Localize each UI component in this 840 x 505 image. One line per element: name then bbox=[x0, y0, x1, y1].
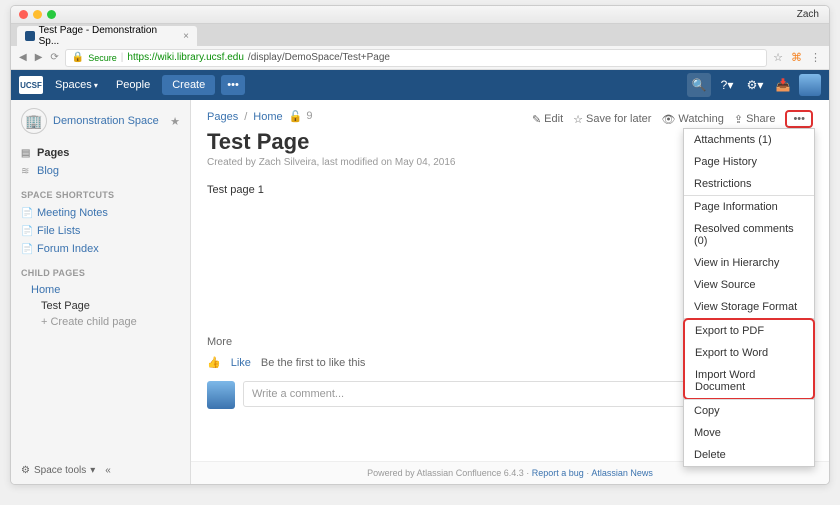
star-icon[interactable]: ☆ bbox=[773, 51, 783, 64]
sidebar: 🏢 Demonstration Space ★ ▤Pages ≋Blog SPA… bbox=[11, 100, 191, 484]
dd-delete[interactable]: Delete bbox=[684, 444, 814, 466]
browser-tabbar: Test Page - Demonstration Sp... × bbox=[11, 24, 829, 46]
nav-buttons: ◀ ▶ ⟳ bbox=[19, 52, 59, 63]
nav-spaces[interactable]: Spaces bbox=[49, 76, 104, 94]
browser-window: Zach Test Page - Demonstration Sp... × ◀… bbox=[10, 5, 830, 485]
secure-label: Secure bbox=[88, 53, 117, 63]
shortcuts-heading: SPACE SHORTCUTS bbox=[21, 190, 180, 200]
help-icon[interactable]: ?▾ bbox=[715, 73, 739, 97]
page-icon: ▤ bbox=[21, 148, 33, 159]
address-bar-row: ◀ ▶ ⟳ 🔒 Secure | https://wiki.library.uc… bbox=[11, 46, 829, 70]
gear-icon: ⚙ bbox=[21, 465, 30, 476]
tab-title: Test Page - Demonstration Sp... bbox=[39, 25, 176, 47]
atlassian-news-link[interactable]: Atlassian News bbox=[591, 468, 653, 478]
dd-view-source[interactable]: View Source bbox=[684, 274, 814, 296]
dd-page-history[interactable]: Page History bbox=[684, 151, 814, 173]
create-more-button[interactable]: ••• bbox=[221, 75, 245, 95]
watching-button[interactable]: 👁Watching bbox=[661, 113, 723, 126]
dd-restrictions[interactable]: Restrictions bbox=[684, 173, 814, 195]
address-bar-icons: ☆ ⌘ ⋮ bbox=[773, 51, 821, 64]
url-path: /display/DemoSpace/Test+Page bbox=[248, 52, 390, 63]
more-actions-dropdown: Attachments (1) Page History Restriction… bbox=[683, 128, 815, 467]
dd-export-pdf[interactable]: Export to PDF bbox=[685, 320, 813, 342]
browser-tab[interactable]: Test Page - Demonstration Sp... × bbox=[17, 26, 197, 46]
menu-icon[interactable]: ⋮ bbox=[810, 51, 821, 64]
dd-attachments[interactable]: Attachments (1) bbox=[684, 129, 814, 151]
create-child-page[interactable]: + Create child page bbox=[21, 314, 180, 330]
report-bug-link[interactable]: Report a bug bbox=[532, 468, 584, 478]
settings-icon[interactable]: ⚙▾ bbox=[743, 73, 767, 97]
os-username: Zach bbox=[797, 9, 819, 20]
more-actions-button[interactable]: ••• bbox=[785, 110, 813, 128]
pencil-icon: ✎ bbox=[532, 113, 541, 126]
dd-view-hierarchy[interactable]: View in Hierarchy bbox=[684, 252, 814, 274]
bc-pages[interactable]: Pages bbox=[207, 111, 238, 123]
dd-export-word[interactable]: Export to Word bbox=[685, 342, 813, 364]
edit-button[interactable]: ✎Edit bbox=[532, 113, 563, 126]
space-header: 🏢 Demonstration Space ★ bbox=[21, 108, 180, 134]
forward-icon[interactable]: ▶ bbox=[35, 52, 43, 63]
favicon-icon bbox=[25, 31, 35, 41]
dd-import-word[interactable]: Import Word Document bbox=[685, 364, 813, 398]
notifications-icon[interactable]: 📥 bbox=[771, 73, 795, 97]
space-tools[interactable]: ⚙Space tools▾« bbox=[21, 465, 111, 476]
doc-icon: 📄 bbox=[21, 226, 33, 237]
shortcut-file-lists[interactable]: 📄File Lists bbox=[21, 222, 180, 240]
page-actions: ✎Edit ☆Save for later 👁Watching ⇪Share •… bbox=[532, 110, 813, 128]
mac-titlebar: Zach bbox=[11, 6, 829, 24]
child-pages-heading: CHILD PAGES bbox=[21, 268, 180, 278]
user-avatar[interactable] bbox=[799, 74, 821, 96]
comment-avatar bbox=[207, 381, 235, 409]
content-area: 🏢 Demonstration Space ★ ▤Pages ≋Blog SPA… bbox=[11, 100, 829, 484]
favorite-star-icon[interactable]: ★ bbox=[170, 115, 180, 128]
minimize-window-icon[interactable] bbox=[33, 10, 42, 19]
lock-icon: 🔒 bbox=[72, 52, 84, 63]
doc-icon: 📄 bbox=[21, 244, 33, 255]
app-logo[interactable]: UCSF bbox=[19, 76, 43, 94]
share-button[interactable]: ⇪Share bbox=[734, 113, 776, 126]
sidebar-blog[interactable]: ≋Blog bbox=[21, 162, 180, 180]
star-icon: ☆ bbox=[573, 113, 583, 126]
shortcut-meeting-notes[interactable]: 📄Meeting Notes bbox=[21, 204, 180, 222]
maximize-window-icon[interactable] bbox=[47, 10, 56, 19]
app-topnav: UCSF Spaces People Create ••• 🔍 ?▾ ⚙▾ 📥 bbox=[11, 70, 829, 100]
back-icon[interactable]: ◀ bbox=[19, 52, 27, 63]
share-icon: ⇪ bbox=[734, 113, 743, 126]
reload-icon[interactable]: ⟳ bbox=[50, 52, 58, 63]
thumbs-up-icon: 👍 bbox=[207, 356, 221, 369]
rss-icon[interactable]: ⌘ bbox=[791, 51, 802, 64]
main-panel: Pages / Home 🔓9 ✎Edit ☆Save for later 👁W… bbox=[191, 100, 829, 484]
space-name[interactable]: Demonstration Space bbox=[53, 115, 164, 127]
dd-copy[interactable]: Copy bbox=[684, 400, 814, 422]
close-window-icon[interactable] bbox=[19, 10, 28, 19]
doc-icon: 📄 bbox=[21, 208, 33, 219]
create-button[interactable]: Create bbox=[162, 75, 215, 95]
nav-people[interactable]: People bbox=[110, 76, 156, 94]
bc-home[interactable]: Home bbox=[253, 111, 282, 123]
url-host: https://wiki.library.ucsf.edu bbox=[127, 52, 244, 63]
address-bar[interactable]: 🔒 Secure | https://wiki.library.ucsf.edu… bbox=[65, 49, 767, 67]
save-for-later-button[interactable]: ☆Save for later bbox=[573, 113, 651, 126]
search-icon[interactable]: 🔍 bbox=[687, 73, 711, 97]
tree-home[interactable]: Home bbox=[21, 282, 180, 298]
like-button[interactable]: Like bbox=[231, 357, 251, 369]
sidebar-pages[interactable]: ▤Pages bbox=[21, 144, 180, 162]
close-tab-icon[interactable]: × bbox=[183, 31, 189, 42]
dd-resolved-comments[interactable]: Resolved comments (0) bbox=[684, 218, 814, 252]
count-badge: 9 bbox=[306, 110, 312, 123]
export-group-highlight: Export to PDF Export to Word Import Word… bbox=[683, 318, 815, 400]
rss-icon: ≋ bbox=[21, 166, 33, 177]
tree-current-page[interactable]: Test Page bbox=[21, 298, 180, 314]
collapse-icon[interactable]: « bbox=[105, 465, 111, 476]
eye-icon: 👁 bbox=[661, 113, 675, 126]
dd-page-info[interactable]: Page Information bbox=[684, 196, 814, 218]
shortcut-forum-index[interactable]: 📄Forum Index bbox=[21, 240, 180, 258]
space-icon: 🏢 bbox=[21, 108, 47, 134]
like-prompt: Be the first to like this bbox=[261, 357, 366, 369]
restriction-icon[interactable]: 🔓 bbox=[289, 110, 303, 123]
dd-view-storage[interactable]: View Storage Format bbox=[684, 296, 814, 318]
dd-move[interactable]: Move bbox=[684, 422, 814, 444]
